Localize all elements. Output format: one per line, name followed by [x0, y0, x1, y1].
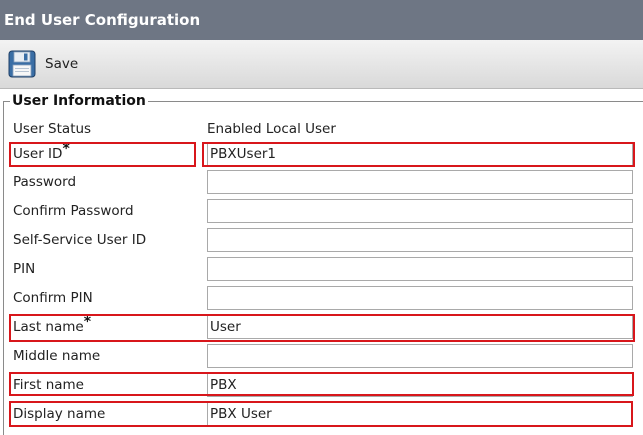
confirm-pin-label: Confirm PIN [13, 290, 93, 306]
confirm-password-label: Confirm Password [13, 203, 134, 219]
pin-label: PIN [13, 261, 36, 277]
toolbar: Save [0, 40, 643, 89]
display-name-input[interactable] [207, 402, 633, 426]
confirm-pin-input[interactable] [207, 286, 633, 310]
user-id-input[interactable] [207, 142, 633, 166]
save-button-label: Save [45, 56, 79, 72]
last-name-label: Last name * [13, 314, 91, 340]
floppy-disk-icon [8, 50, 36, 78]
user-status-label: User Status [13, 121, 92, 137]
display-name-row: Display name [0, 401, 643, 427]
last-name-input[interactable] [207, 315, 633, 339]
last-name-row: Last name * [0, 314, 643, 340]
pin-input[interactable] [207, 257, 633, 281]
first-name-label: First name [13, 377, 84, 393]
first-name-input[interactable] [207, 373, 633, 397]
password-input[interactable] [207, 170, 633, 194]
self-service-user-id-label: Self-Service User ID [13, 232, 147, 248]
password-label: Password [13, 174, 77, 190]
save-button[interactable]: Save [8, 50, 78, 78]
display-name-label: Display name [13, 406, 106, 422]
password-row: Password [0, 169, 643, 195]
pin-row: PIN [0, 256, 643, 282]
required-marker: * [83, 314, 92, 330]
self-service-user-id-row: Self-Service User ID [0, 227, 643, 253]
middle-name-label: Middle name [13, 348, 101, 364]
section-legend: User Information [10, 93, 148, 110]
required-marker: * [62, 141, 70, 157]
page-title: End User Configuration [0, 0, 643, 40]
user-status-value: Enabled Local User [207, 121, 336, 137]
middle-name-input[interactable] [207, 344, 633, 368]
user-id-label: User ID * [13, 141, 70, 167]
user-status-row: User Status Enabled Local User [0, 116, 643, 142]
user-id-row: User ID * [0, 141, 643, 167]
first-name-row: First name [0, 372, 643, 398]
confirm-password-row: Confirm Password [0, 198, 643, 224]
confirm-password-input[interactable] [207, 199, 633, 223]
self-service-user-id-input[interactable] [207, 228, 633, 252]
confirm-pin-row: Confirm PIN [0, 285, 643, 311]
middle-name-row: Middle name [0, 343, 643, 369]
